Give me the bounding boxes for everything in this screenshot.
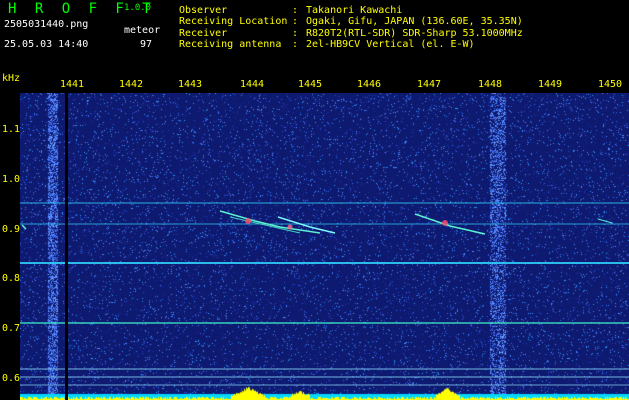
info-separator: : bbox=[292, 5, 299, 16]
time-tick-label: 1442 bbox=[119, 79, 144, 90]
freq-tick-label: 0.9 bbox=[2, 224, 21, 235]
time-tick-label: 1450 bbox=[598, 79, 623, 90]
meteor-head bbox=[245, 218, 251, 224]
freq-tick-label: 0.8 bbox=[2, 273, 21, 284]
time-tick-label: 1449 bbox=[538, 79, 563, 90]
meteor-head bbox=[442, 220, 448, 226]
freq-tick-label: 1.0 bbox=[2, 174, 21, 185]
time-tick-label: 1445 bbox=[298, 79, 323, 90]
freq-tick-label: 0.6 bbox=[2, 373, 21, 384]
time-tick-label: 1448 bbox=[478, 79, 503, 90]
info-separator: : bbox=[292, 16, 299, 27]
time-tick-label: 1443 bbox=[178, 79, 203, 90]
info-separator: : bbox=[292, 28, 299, 39]
info-separator: : bbox=[292, 39, 299, 50]
info-key-location: Receiving Location bbox=[179, 16, 288, 27]
info-value-antenna: 2el-HB9CV Vertical (el. E-W) bbox=[306, 39, 475, 50]
frequency-unit-label: kHz bbox=[2, 73, 21, 84]
info-value-receiver: R820T2(RTL-SDR) SDR-Sharp 53.1000MHz bbox=[306, 28, 523, 39]
freq-tick-label: 1.1 bbox=[2, 124, 21, 135]
info-value-location: Ogaki, Gifu, JAPAN (136.60E, 35.35N) bbox=[306, 16, 523, 27]
dropout-column bbox=[65, 93, 68, 400]
info-key-receiver: Receiver bbox=[179, 28, 228, 39]
time-tick-label: 1447 bbox=[417, 79, 442, 90]
time-tick-label: 1441 bbox=[60, 79, 85, 90]
spectrogram-overlay bbox=[20, 93, 629, 400]
time-tick-label: 1444 bbox=[240, 79, 265, 90]
info-key-antenna: Receiving antenna bbox=[179, 39, 282, 50]
info-key-observer: Observer bbox=[179, 5, 228, 16]
time-tick-label: 1446 bbox=[357, 79, 382, 90]
date-time: 25.05.03 14:40 bbox=[4, 39, 89, 50]
meteor-echo bbox=[219, 210, 321, 234]
file-name: 2505031440.png bbox=[4, 19, 89, 30]
freq-tick-label: 0.7 bbox=[2, 323, 21, 334]
app-version: 1.0.0 bbox=[124, 3, 152, 13]
info-value-observer: Takanori Kawachi bbox=[306, 5, 403, 16]
spectrogram bbox=[20, 93, 629, 400]
detection-label: meteor bbox=[124, 25, 161, 36]
meteor-echo bbox=[597, 218, 613, 224]
detection-count: 97 bbox=[140, 39, 153, 50]
meteor-head bbox=[287, 224, 293, 230]
meteor-echo bbox=[21, 224, 27, 230]
